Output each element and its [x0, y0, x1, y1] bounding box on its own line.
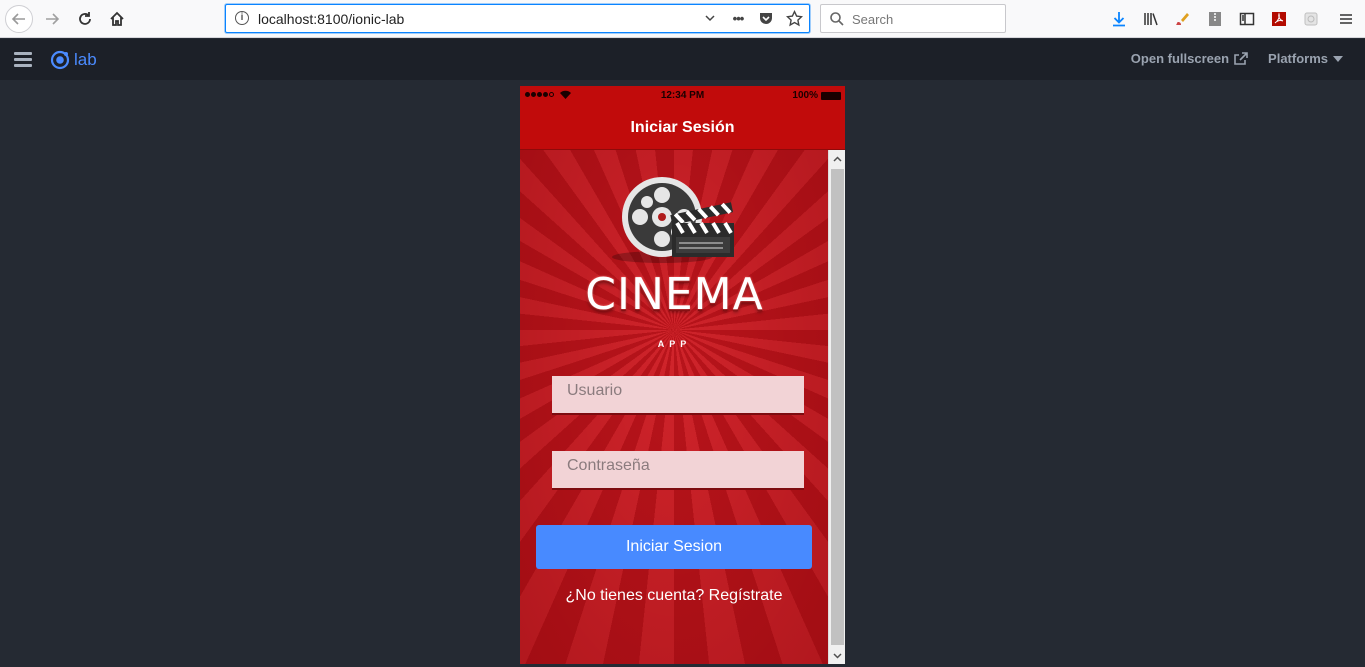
password-input[interactable] [552, 451, 804, 488]
app-navbar: Iniciar Sesión [520, 106, 845, 150]
extension-ghost-button[interactable] [1295, 5, 1327, 33]
home-button[interactable] [103, 5, 131, 33]
search-placeholder: Search [852, 12, 894, 27]
scrollbar[interactable] [828, 150, 845, 664]
register-link[interactable]: ¿No tienes cuenta? Regístrate [520, 587, 828, 605]
extension-icon [1304, 12, 1318, 26]
search-bar[interactable]: Search [820, 4, 1006, 33]
platforms-dropdown[interactable]: Platforms [1268, 51, 1343, 66]
reload-button[interactable] [71, 5, 99, 33]
sidebar-button[interactable] [1231, 5, 1263, 33]
lab-header: lab Open fullscreen Platforms [0, 39, 1365, 80]
back-button[interactable] [5, 5, 33, 33]
browser-toolbar: i localhost:8100/ionic-lab ••• Search [0, 0, 1365, 38]
chevron-down-icon[interactable] [701, 9, 719, 27]
url-text[interactable]: localhost:8100/ionic-lab [258, 11, 404, 27]
sidebar-icon [1239, 12, 1255, 26]
forward-arrow-icon [46, 13, 60, 25]
zip-icon [1209, 12, 1221, 26]
film-reel-clapperboard-icon [612, 177, 734, 263]
scrollbar-thumb[interactable] [831, 169, 844, 645]
info-icon[interactable]: i [235, 11, 249, 25]
library-button[interactable] [1135, 5, 1167, 33]
battery-icon [821, 92, 841, 100]
external-link-icon [1234, 52, 1248, 65]
logo-title: CINEMA [585, 269, 764, 320]
forward-button[interactable] [38, 5, 66, 33]
lab-logo-text: lab [74, 50, 97, 69]
battery-level: 100% [792, 90, 818, 101]
paintbrush-icon [1176, 13, 1189, 25]
caret-down-icon [1333, 55, 1343, 62]
home-icon [110, 11, 124, 26]
lab-menu-icon[interactable] [14, 52, 32, 67]
username-input[interactable] [552, 376, 804, 413]
username-field[interactable] [552, 376, 804, 415]
platforms-label: Platforms [1268, 51, 1328, 66]
login-content: CINEMA APP Iniciar Sesion ¿No tienes cue… [520, 150, 828, 664]
app-menu-button[interactable] [1327, 5, 1365, 33]
search-icon [830, 12, 844, 26]
url-bar[interactable]: i localhost:8100/ionic-lab ••• [225, 4, 810, 33]
extension-brush-button[interactable] [1167, 5, 1199, 33]
open-fullscreen-link[interactable]: Open fullscreen [1131, 51, 1248, 66]
extension-pdf-button[interactable] [1263, 5, 1295, 33]
ionic-logo-icon [50, 50, 70, 70]
lab-logo[interactable]: lab [50, 50, 97, 70]
scroll-up-arrow-icon[interactable] [829, 150, 845, 167]
phone-preview: 12:34 PM 100% Iniciar Sesión CINEMA APP … [520, 86, 845, 664]
library-icon [1144, 13, 1158, 26]
page-title: Iniciar Sesión [630, 119, 735, 136]
bookmark-star-icon[interactable] [785, 9, 803, 27]
pdf-icon [1272, 12, 1286, 26]
download-icon [1113, 12, 1125, 27]
page-actions-icon[interactable]: ••• [729, 9, 747, 27]
login-button[interactable]: Iniciar Sesion [536, 525, 812, 569]
open-fullscreen-label: Open fullscreen [1130, 51, 1230, 66]
status-bar: 12:34 PM 100% [520, 86, 845, 106]
hamburger-menu-icon [1340, 14, 1352, 24]
back-arrow-icon [11, 13, 25, 25]
extension-zip-button[interactable] [1199, 5, 1231, 33]
downloads-button[interactable] [1103, 5, 1135, 33]
logo-subtitle: APP [657, 339, 692, 349]
reload-icon [79, 12, 91, 25]
pocket-icon[interactable] [757, 9, 775, 27]
password-field[interactable] [552, 451, 804, 490]
cinema-app-logo: CINEMA APP [577, 175, 772, 349]
scroll-down-arrow-icon[interactable] [829, 647, 845, 664]
